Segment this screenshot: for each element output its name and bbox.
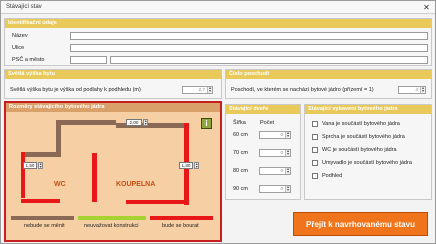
wall-left-lower[interactable] — [21, 152, 25, 198]
door-count-stepper[interactable]: 0 ▲ ▼ — [259, 167, 291, 175]
height-header: Světlá výška bytu — [5, 70, 221, 79]
legend-keep-label: nebude se měnit — [24, 223, 65, 229]
height-question: Světlá výška bytu je výška od podlahy k … — [10, 87, 141, 93]
right-dimension-value[interactable]: 1,80 — [179, 162, 193, 169]
wc-room-label: WC — [54, 181, 66, 188]
door-count-stepper[interactable]: 0 ▲ ▼ — [259, 149, 291, 157]
equipment-label: Sprcha je součástí bytového jádra — [322, 134, 405, 140]
right-dimension-arrows-icon[interactable]: ▲ ▼ — [194, 162, 199, 169]
equipment-checkbox[interactable] — [312, 147, 318, 153]
door-count-stepper[interactable]: 0 ▲ ▼ — [259, 131, 291, 139]
door-count-value: 0 — [280, 150, 283, 155]
door-count-value: 0 — [280, 186, 283, 191]
door-width-label: 60 cm — [233, 132, 248, 138]
title-bar: Stávající stav ✕ — [1, 1, 435, 14]
top-dimension-value[interactable]: 2,00 — [126, 119, 142, 126]
left-dimension-arrows-icon[interactable]: ▲ ▼ — [38, 162, 43, 169]
floor-question: Poschodí, ve kterém se nachází bytové já… — [231, 87, 374, 93]
height-stepper[interactable]: 2,7 ▲ ▼ — [182, 86, 213, 94]
core-dimensions-panel: Rozměry stávajícího bytového jádra i 2,0… — [4, 101, 222, 242]
core-header: Rozměry stávajícího bytového jádra — [6, 103, 220, 112]
zip-city-label: PSČ a město — [12, 57, 45, 63]
name-input[interactable] — [70, 32, 428, 40]
spin-arrows-icon[interactable]: ▲ ▼ — [207, 86, 212, 93]
wall-top-existing[interactable] — [56, 120, 116, 125]
legend-ignore-label: neuvažovat konstrukci — [84, 223, 139, 229]
identification-header: Identifikační údaje — [5, 19, 431, 28]
equipment-checkbox[interactable] — [312, 173, 318, 179]
zip-input[interactable] — [70, 56, 107, 64]
window-title: Stávající stav — [6, 4, 42, 10]
wall-left-step[interactable] — [21, 152, 61, 157]
doors-width-header: Šířka — [233, 120, 246, 126]
wall-left-upper[interactable] — [56, 120, 61, 154]
legend-demolish-label: bude se bourat — [162, 223, 199, 229]
door-count-value: 0 — [280, 168, 283, 173]
doors-count-header: Počet — [260, 120, 275, 126]
city-input[interactable] — [110, 56, 428, 64]
spin-arrows-icon[interactable]: ▲ ▼ — [285, 149, 290, 156]
info-icon[interactable]: i — [201, 118, 212, 129]
equipment-label: WC je součástí bytového jádra — [322, 147, 397, 153]
wall-bottom-left[interactable] — [21, 199, 60, 203]
spin-arrows-icon[interactable]: ▲ ▼ — [285, 185, 290, 192]
doors-header: Stávající dveře — [226, 105, 300, 114]
wall-bottom-right[interactable] — [126, 200, 189, 204]
equipment-panel: Stávající vybavení bytového jádra Vana j… — [304, 104, 432, 200]
equipment-label: Vana je součástí bytového jádra — [322, 121, 400, 127]
door-count-value: 0 — [280, 132, 283, 137]
equipment-header: Stávající vybavení bytového jádra — [305, 105, 431, 114]
name-label: Název — [12, 33, 28, 39]
legend-swatch-demolish — [150, 216, 213, 220]
bathroom-room-label: KOUPELNA — [116, 181, 156, 188]
floor-stepper[interactable]: 4 ▲ ▼ — [398, 86, 426, 94]
close-icon[interactable]: ✕ — [421, 3, 432, 12]
door-count-stepper[interactable]: 0 ▲ ▼ — [259, 185, 291, 193]
legend-swatch-keep — [11, 216, 74, 220]
top-dimension-arrows-icon[interactable]: ▲ ▼ — [143, 119, 148, 126]
equipment-label: Podhled — [322, 173, 343, 179]
equipment-checkbox[interactable] — [312, 121, 318, 127]
equipment-checkbox[interactable] — [312, 134, 318, 140]
spin-arrows-icon[interactable]: ▲ ▼ — [285, 167, 290, 174]
door-width-label: 70 cm — [233, 150, 248, 156]
spin-arrows-icon[interactable]: ▲ ▼ — [420, 86, 425, 93]
street-input[interactable] — [70, 44, 428, 52]
height-value: 2,7 — [198, 87, 205, 92]
identification-panel: Identifikační údaje Název Ulice PSČ a mě… — [4, 18, 432, 66]
go-to-proposed-button[interactable]: Přejít k navrhovanému stavu — [293, 212, 428, 236]
left-dimension-value[interactable]: 1,50 — [23, 162, 37, 169]
doors-panel: Stávající dveře Šířka Počet 60 cm 0 ▲ ▼ 70 c… — [225, 104, 301, 200]
floor-value: 4 — [415, 87, 418, 92]
equipment-label: Umyvadlo je součástí bytového jádra — [322, 160, 412, 166]
main-window: Stávající stav ✕ Identifikační údaje Náz… — [0, 0, 436, 244]
spin-arrows-icon[interactable]: ▲ ▼ — [285, 131, 290, 138]
height-panel: Světlá výška bytu Světlá výška bytu je v… — [4, 69, 222, 99]
floor-header: Číslo poschodí — [226, 70, 431, 79]
equipment-checkbox[interactable] — [312, 160, 318, 166]
door-width-label: 80 cm — [233, 168, 248, 174]
legend-swatch-ignore — [78, 216, 146, 220]
floor-panel: Číslo poschodí Poschodí, ve kterém se na… — [225, 69, 432, 99]
wall-middle[interactable] — [92, 153, 97, 202]
street-label: Ulice — [12, 45, 25, 51]
door-width-label: 90 cm — [233, 186, 248, 192]
